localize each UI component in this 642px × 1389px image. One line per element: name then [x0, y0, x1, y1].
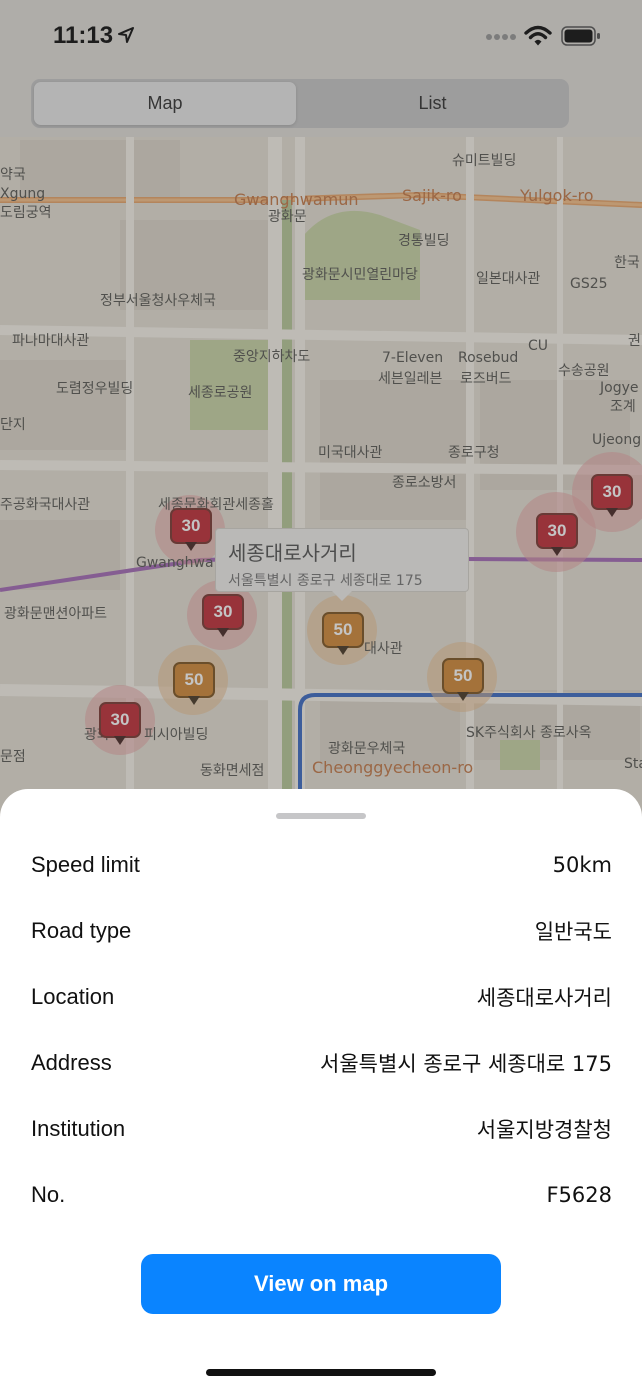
detail-sheet: Speed limit 50km Road type 일반국도 Location…: [0, 789, 642, 1389]
detail-row-institution: Institution 서울지방경찰청: [31, 1109, 612, 1149]
home-indicator[interactable]: [206, 1369, 436, 1376]
detail-row-location: Location 세종대로사거리: [31, 977, 612, 1017]
detail-label: No.: [31, 1182, 66, 1207]
detail-value: 서울특별시 종로구 세종대로 175: [320, 1052, 612, 1076]
detail-value: 서울지방경찰청: [476, 1118, 612, 1142]
detail-row-number: No. F5628: [31, 1175, 612, 1215]
detail-label: Road type: [31, 918, 132, 943]
detail-label: Address: [31, 1050, 112, 1075]
detail-row-speed-limit: Speed limit 50km: [31, 845, 612, 885]
detail-label: Institution: [31, 1116, 126, 1141]
sheet-grabber[interactable]: [276, 813, 366, 819]
detail-value: 일반국도: [534, 920, 612, 944]
detail-label: Location: [31, 984, 115, 1009]
detail-value: F5628: [546, 1183, 612, 1207]
detail-value: 세종대로사거리: [476, 986, 612, 1010]
detail-label: Speed limit: [31, 852, 140, 877]
detail-row-address: Address 서울특별시 종로구 세종대로 175: [31, 1043, 612, 1083]
view-on-map-button[interactable]: View on map: [141, 1254, 501, 1314]
detail-value: 50km: [552, 853, 612, 877]
detail-row-road-type: Road type 일반국도: [31, 911, 612, 951]
